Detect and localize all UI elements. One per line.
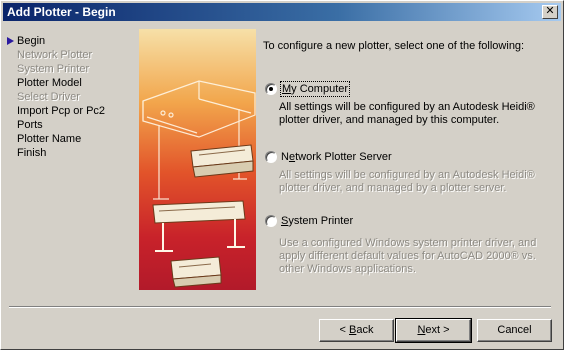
network-plotter-description: All settings will be configured by an Au…	[279, 169, 535, 194]
radio-label-my-computer[interactable]: My Computer	[279, 81, 351, 97]
window-title: Add Plotter - Begin	[7, 5, 116, 19]
title-bar: Add Plotter - Begin ✕	[3, 3, 561, 21]
radio-label-network-plotter-server[interactable]: Network Plotter Server	[281, 150, 392, 164]
back-button[interactable]: < Back	[319, 319, 394, 342]
step-plotter-model: Plotter Model	[17, 77, 82, 89]
radio-button-icon[interactable]	[265, 151, 277, 163]
current-step-arrow-icon	[7, 37, 14, 45]
intro-text: To configure a new plotter, select one o…	[263, 40, 525, 52]
step-select-driver: Select Driver	[17, 91, 80, 103]
step-plotter-name: Plotter Name	[17, 133, 82, 145]
radio-label-system-printer[interactable]: System Printer	[281, 214, 353, 228]
add-plotter-dialog: Add Plotter - Begin ✕ Begin Network Plot…	[0, 0, 564, 350]
step-import-pcp: Import Pcp or Pc2	[17, 105, 106, 117]
button-separator	[9, 306, 551, 308]
system-printer-description: Use a configured Windows system printer …	[279, 237, 537, 275]
wizard-steps: Begin Network Plotter System Printer Plo…	[7, 35, 137, 161]
cancel-button[interactable]: Cancel	[477, 319, 552, 342]
step-network-plotter: Network Plotter	[17, 49, 93, 61]
my-computer-description: All settings will be configured by an Au…	[279, 101, 535, 126]
step-finish: Finish	[17, 147, 47, 159]
stand-plotter	[152, 200, 246, 252]
radio-button-checked-icon[interactable]	[265, 83, 277, 95]
next-button[interactable]: Next >	[395, 318, 472, 343]
step-ports: Ports	[17, 119, 43, 131]
step-system-printer: System Printer	[17, 63, 90, 75]
step-begin: Begin	[7, 35, 137, 47]
close-icon: ✕	[545, 5, 555, 17]
close-button[interactable]: ✕	[542, 5, 558, 19]
plotter-illustration	[139, 29, 256, 290]
small-printer	[170, 256, 222, 288]
desktop-plotter-1	[190, 144, 254, 178]
plotter-illustration-art	[142, 80, 256, 288]
radio-button-icon[interactable]	[265, 215, 277, 227]
